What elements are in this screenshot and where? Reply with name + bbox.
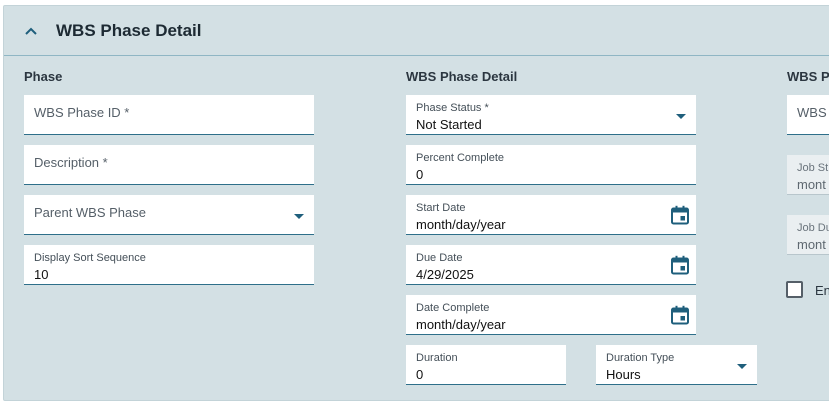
- enable-checkbox[interactable]: [786, 281, 803, 298]
- job-due-label: Job Du: [797, 222, 829, 234]
- percent-complete-field[interactable]: Percent Complete 0: [406, 145, 696, 185]
- percent-complete-label: Percent Complete: [416, 152, 505, 164]
- date-complete-field[interactable]: Date Complete month/day/year: [406, 295, 696, 335]
- chevron-up-icon[interactable]: [24, 26, 38, 36]
- panel-header: WBS Phase Detail: [4, 6, 829, 56]
- due-date-value: 4/29/2025: [416, 267, 474, 282]
- job-due-value: mont: [797, 237, 826, 252]
- date-complete-label: Date Complete: [416, 302, 490, 314]
- duration-label: Duration: [416, 352, 458, 364]
- caret-down-icon[interactable]: [676, 114, 686, 119]
- job-status-field: Job St mont: [787, 155, 829, 195]
- parent-wbs-phase-label: Parent WBS Phase: [34, 205, 146, 220]
- job-due-field: Job Du mont: [787, 215, 829, 255]
- caret-down-icon[interactable]: [737, 364, 747, 369]
- start-date-value: month/day/year: [416, 217, 506, 232]
- job-status-value: mont: [797, 177, 826, 192]
- duration-type-select[interactable]: Duration Type Hours: [596, 345, 757, 385]
- wbs-phase-id-field[interactable]: WBS Phase ID *: [24, 95, 314, 135]
- calendar-icon[interactable]: [670, 205, 690, 225]
- wbs-job-field[interactable]: WBS J: [787, 95, 829, 135]
- duration-type-label: Duration Type: [606, 352, 675, 364]
- panel-title: WBS Phase Detail: [56, 21, 202, 40]
- percent-complete-value: 0: [416, 167, 424, 182]
- description-label: Description *: [34, 155, 108, 170]
- duration-field[interactable]: Duration 0: [406, 345, 566, 385]
- third-section-heading: WBS Ph: [787, 69, 829, 84]
- start-date-field[interactable]: Start Date month/day/year: [406, 195, 696, 235]
- phase-status-value: Not Started: [416, 117, 482, 132]
- calendar-icon[interactable]: [670, 255, 690, 275]
- due-date-field[interactable]: Due Date 4/29/2025: [406, 245, 696, 285]
- caret-down-icon[interactable]: [294, 214, 304, 219]
- job-status-label: Job St: [797, 162, 829, 174]
- display-sort-sequence-field[interactable]: Display Sort Sequence 10: [24, 245, 314, 285]
- date-complete-value: month/day/year: [416, 317, 506, 332]
- phase-status-label: Phase Status *: [416, 102, 489, 114]
- phase-section-heading: Phase: [24, 69, 63, 84]
- display-sort-sequence-value: 10: [34, 267, 49, 282]
- enable-checkbox-label: En: [815, 283, 829, 298]
- detail-section-heading: WBS Phase Detail: [406, 69, 518, 84]
- start-date-label: Start Date: [416, 202, 466, 214]
- display-sort-sequence-label: Display Sort Sequence: [34, 252, 146, 264]
- duration-type-value: Hours: [606, 367, 641, 382]
- phase-status-select[interactable]: Phase Status * Not Started: [406, 95, 696, 135]
- duration-value: 0: [416, 367, 424, 382]
- calendar-icon[interactable]: [670, 305, 690, 325]
- description-field[interactable]: Description *: [24, 145, 314, 185]
- parent-wbs-phase-select[interactable]: Parent WBS Phase: [24, 195, 314, 235]
- wbs-job-label: WBS J: [797, 105, 829, 120]
- wbs-phase-id-label: WBS Phase ID *: [34, 105, 130, 120]
- due-date-label: Due Date: [416, 252, 463, 264]
